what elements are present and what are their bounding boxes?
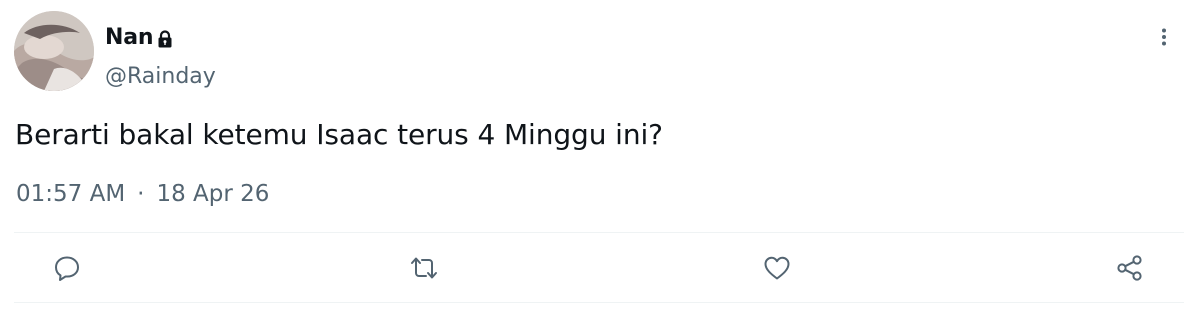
share-button[interactable]	[1115, 253, 1145, 283]
user-name-row: Nan	[105, 22, 174, 52]
tweet-time[interactable]: 01:57 AM	[16, 181, 125, 207]
divider	[14, 302, 1184, 303]
tweet-text: Berarti bakal ketemu Isaac terus 4 Mingg…	[15, 118, 663, 151]
meta-separator: ·	[137, 181, 145, 207]
more-vertical-icon	[1162, 28, 1166, 46]
retweet-icon	[411, 257, 437, 279]
more-options-button[interactable]	[1152, 24, 1176, 50]
tweet-card: Nan @Rainday Berarti bakal ketemu Isaac …	[0, 0, 1198, 313]
reply-button[interactable]	[52, 253, 82, 283]
reply-icon	[55, 256, 79, 281]
heart-icon	[764, 256, 790, 280]
retweet-button[interactable]	[409, 253, 439, 283]
like-button[interactable]	[762, 253, 792, 283]
display-name[interactable]: Nan	[105, 25, 154, 50]
divider	[14, 232, 1184, 233]
lock-icon	[156, 29, 174, 49]
avatar[interactable]	[14, 11, 94, 91]
tweet-date[interactable]: 18 Apr 26	[156, 181, 269, 207]
avatar-image	[14, 11, 94, 91]
user-handle[interactable]: @Rainday	[105, 64, 216, 89]
share-icon	[1117, 255, 1142, 281]
tweet-meta: 01:57 AM · 18 Apr 26	[16, 181, 269, 207]
